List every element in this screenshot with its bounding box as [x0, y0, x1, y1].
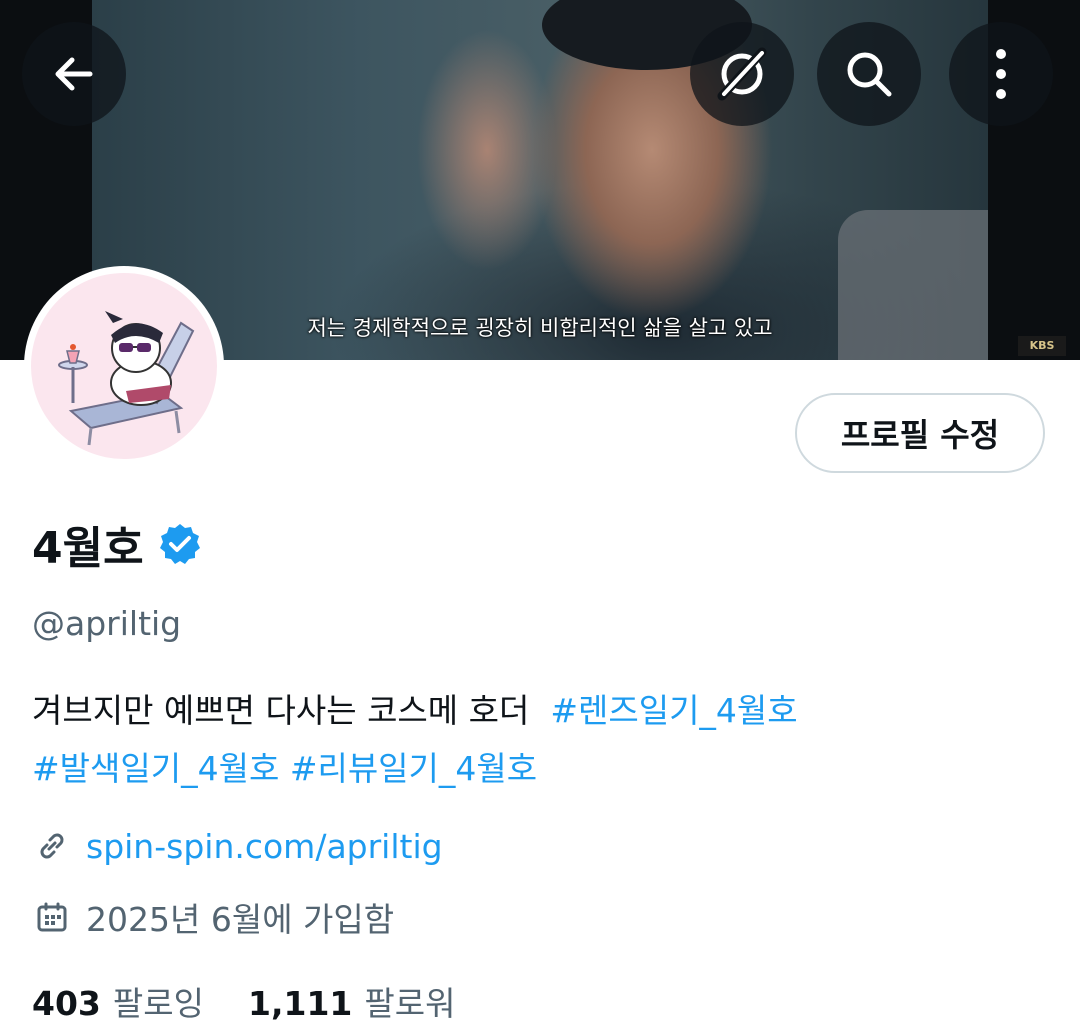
avatar-image: [31, 273, 217, 459]
verified-badge-icon[interactable]: [158, 522, 202, 566]
user-handle: @apriltig: [32, 604, 182, 643]
profile-bio: 겨브지만 예쁘면 다사는 코스메 호더 #렌즈일기_4월호 #발색일기_4월호 …: [32, 682, 1052, 798]
grok-icon: [712, 44, 772, 104]
search-icon: [842, 47, 896, 101]
search-button[interactable]: [817, 22, 921, 126]
back-button[interactable]: [22, 22, 126, 126]
followers-count: 1,111: [247, 984, 353, 1023]
website-row: spin-spin.com/apriltig: [32, 826, 443, 866]
hashtag-link[interactable]: #리뷰일기_4월호: [290, 749, 537, 788]
following-label: 팔로잉: [112, 984, 204, 1023]
grok-button[interactable]: [690, 22, 794, 126]
followers-label: 팔로워: [364, 984, 456, 1023]
calendar-icon: [32, 897, 72, 937]
joined-date: 2025년 6월에 가입함: [86, 900, 395, 939]
arrow-left-icon: [50, 50, 98, 98]
link-icon: [32, 826, 72, 866]
bio-text: 겨브지만 예쁘면 다사는 코스메 호더: [32, 691, 530, 730]
broadcaster-logo: KBS: [1018, 336, 1066, 356]
avatar[interactable]: [24, 266, 224, 466]
following-count: 403: [32, 984, 101, 1023]
more-vertical-icon: [991, 46, 1011, 102]
hashtag-link[interactable]: #렌즈일기_4월호: [550, 691, 797, 730]
website-link[interactable]: spin-spin.com/apriltig: [86, 827, 443, 866]
joined-row: 2025년 6월에 가입함: [32, 893, 394, 941]
following-link[interactable]: 403 팔로잉: [32, 977, 204, 1025]
display-name: 4월호: [32, 523, 144, 574]
followers-link[interactable]: 1,111 팔로워: [248, 977, 455, 1025]
follow-stats: 403 팔로잉 1,111 팔로워: [32, 977, 455, 1025]
more-button[interactable]: [949, 22, 1053, 126]
hashtag-link[interactable]: #발색일기_4월호: [32, 749, 279, 788]
edit-profile-button[interactable]: 프로필 수정: [795, 393, 1045, 473]
profile-name-row: 4월호: [32, 512, 202, 576]
